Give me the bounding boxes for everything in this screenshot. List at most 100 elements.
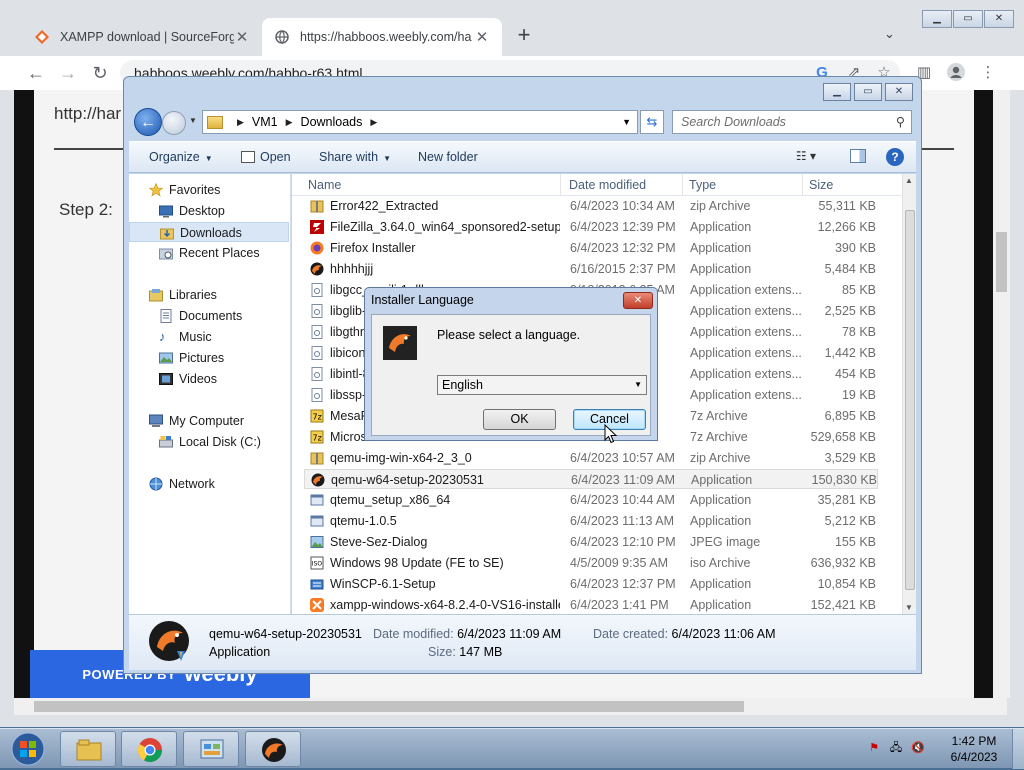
back-button[interactable]: ← <box>134 108 162 136</box>
ok-button[interactable]: OK <box>483 409 556 430</box>
new-folder-button[interactable]: New folder <box>418 150 478 164</box>
nav-favorites[interactable]: Favorites <box>129 180 289 200</box>
file-row[interactable]: WinSCP-6.1-Setup 6/4/2023 12:37 PM Applica… <box>304 574 878 594</box>
column-size[interactable]: Size <box>809 178 833 192</box>
back-icon[interactable]: ← <box>24 61 48 85</box>
breadcrumb-separator-icon[interactable]: ▶ <box>370 117 377 128</box>
column-name[interactable]: Name <box>308 178 341 192</box>
nav-pictures[interactable]: Pictures <box>129 348 289 368</box>
language-select[interactable]: English ▼ <box>437 375 647 395</box>
file-date-modified: 6/4/2023 12:10 PM <box>570 535 676 549</box>
page-horizontal-scrollbar[interactable] <box>14 698 1007 715</box>
page-vertical-scrollbar[interactable] <box>993 90 1010 698</box>
scroll-thumb[interactable] <box>34 701 744 712</box>
taskbar-explorer[interactable] <box>60 731 116 767</box>
column-divider[interactable] <box>802 174 803 196</box>
file-row[interactable]: qtemu_setup_x86_64 6/4/2023 10:44 AM Appli… <box>304 490 878 510</box>
profile-avatar-icon[interactable] <box>946 63 966 83</box>
xampp-file-icon <box>310 598 324 612</box>
close-window-button[interactable]: ✕ <box>984 10 1014 28</box>
nav-documents[interactable]: Documents <box>129 306 289 326</box>
change-view-button[interactable]: ☷ ▾ <box>796 149 816 163</box>
tab-strip: XAMPP download | SourceForge ✕ https://h… <box>0 0 1024 56</box>
open-button[interactable]: Open <box>241 150 291 164</box>
dll-file-icon <box>310 388 324 402</box>
nav-my-computer[interactable]: My Computer <box>129 411 289 431</box>
refresh-button[interactable]: ⇆ <box>640 110 664 134</box>
nav-network[interactable]: Network <box>129 474 289 494</box>
forward-icon[interactable]: → <box>56 61 80 85</box>
network-status-icon[interactable]: 🖧 <box>888 740 904 756</box>
scroll-thumb[interactable] <box>905 210 915 590</box>
file-row[interactable]: qemu-img-win-x64-2_3_0 6/4/2023 10:57 AM z… <box>304 448 878 468</box>
breadcrumb-downloads[interactable]: Downloads <box>301 115 363 129</box>
nav-music[interactable]: ♪ Music <box>129 327 289 347</box>
chevron-down-icon[interactable]: ▼ <box>634 376 642 394</box>
organize-button[interactable]: Organize ▼ <box>149 150 213 164</box>
close-tab-icon[interactable]: ✕ <box>474 28 490 46</box>
file-type: 7z Archive <box>690 430 748 444</box>
tab-xampp-sourceforge[interactable]: XAMPP download | SourceForge ✕ <box>22 18 262 56</box>
start-button[interactable] <box>4 731 52 767</box>
breadcrumb-separator-icon[interactable]: ▶ <box>237 117 244 128</box>
column-divider[interactable] <box>682 174 683 196</box>
nav-local-disk[interactable]: Local Disk (C:) <box>129 432 289 452</box>
file-list-scrollbar[interactable]: ▲ ▼ <box>902 174 916 614</box>
address-dropdown-icon[interactable]: ▼ <box>622 117 631 127</box>
volume-muted-icon[interactable]: 🔇 <box>910 740 926 756</box>
column-date-modified[interactable]: Date modified <box>569 178 646 192</box>
file-row[interactable]: hhhhhjjj 6/16/2015 2:37 PM Application 5,48… <box>304 259 878 279</box>
file-row[interactable]: qemu-w64-setup-20230531 6/4/2023 11:09 AM… <box>304 469 878 489</box>
breadcrumb-vm1[interactable]: VM1 <box>252 115 278 129</box>
file-row[interactable]: Error422_Extracted 6/4/2023 10:34 AM zip A… <box>304 196 878 216</box>
file-row[interactable]: qtemu-1.0.5 6/4/2023 11:13 AM Application 5… <box>304 511 878 531</box>
app-file-icon <box>310 514 324 528</box>
maximize-button[interactable]: ▭ <box>953 10 983 28</box>
tab-search-icon[interactable]: ⌄ <box>884 26 895 42</box>
file-row[interactable]: ISO Windows 98 Update (FE to SE) 4/5/2009 … <box>304 553 878 573</box>
scroll-down-icon[interactable]: ▼ <box>905 603 913 612</box>
breadcrumb-separator-icon[interactable]: ▶ <box>286 117 293 128</box>
close-tab-icon[interactable]: ✕ <box>234 28 250 46</box>
details-pane: qemu-w64-setup-20230531 Application Date… <box>129 614 916 670</box>
forward-button[interactable] <box>162 111 186 135</box>
scroll-thumb[interactable] <box>996 232 1007 292</box>
nav-desktop[interactable]: Desktop <box>129 201 289 221</box>
file-name: Windows 98 Update (FE to SE) <box>330 556 504 570</box>
share-with-button[interactable]: Share with ▼ <box>319 150 391 164</box>
recent-pages-dropdown-icon[interactable]: ▼ <box>189 116 197 125</box>
taskbar-qemu-installer[interactable] <box>245 731 301 767</box>
system-clock[interactable]: 1:42 PM 6/4/2023 <box>944 733 1004 765</box>
menu-dots-icon[interactable]: ⋮ <box>978 63 998 83</box>
minimize-button[interactable]: ▁ <box>823 83 851 101</box>
reload-icon[interactable]: ↻ <box>88 61 112 85</box>
nav-recent-places[interactable]: Recent Places <box>129 243 289 263</box>
close-window-button[interactable]: ✕ <box>885 83 913 101</box>
breadcrumb[interactable]: ▶ VM1 ▶ Downloads ▶ ▼ <box>202 110 638 134</box>
nav-libraries[interactable]: Libraries <box>129 285 289 305</box>
dialog-close-button[interactable]: ✕ <box>623 292 653 309</box>
file-row[interactable]: xampp-windows-x64-8.2.4-0-VS16-installer… <box>304 595 878 614</box>
scroll-up-icon[interactable]: ▲ <box>905 176 913 185</box>
search-input[interactable]: Search Downloads ⚲ <box>672 110 912 134</box>
taskbar-chrome[interactable] <box>121 731 177 767</box>
file-row[interactable]: Steve-Sez-Dialog 6/4/2023 12:10 PM JPEG im… <box>304 532 878 552</box>
nav-downloads[interactable]: Downloads <box>129 222 289 242</box>
preview-pane-icon[interactable] <box>850 149 866 163</box>
qemu-app-icon <box>147 619 193 665</box>
taskbar-control-panel[interactable] <box>183 731 239 767</box>
show-desktop-button[interactable] <box>1012 729 1024 769</box>
tab-habboos[interactable]: https://habboos.weebly.com/ha ✕ <box>262 18 502 56</box>
page-link-text[interactable]: http://har <box>54 104 121 124</box>
minimize-button[interactable]: ▁ <box>922 10 952 28</box>
column-type[interactable]: Type <box>689 178 716 192</box>
new-tab-button[interactable]: + <box>512 24 536 48</box>
file-type: JPEG image <box>690 535 761 549</box>
file-row[interactable]: FileZilla_3.64.0_win64_sponsored2-setup 6… <box>304 217 878 237</box>
file-row[interactable]: Firefox Installer 6/4/2023 12:32 PM Applic… <box>304 238 878 258</box>
column-divider[interactable] <box>560 174 561 196</box>
maximize-button[interactable]: ▭ <box>854 83 882 101</box>
nav-videos[interactable]: Videos <box>129 369 289 389</box>
action-center-flag-icon[interactable]: ⚑ <box>866 740 882 756</box>
help-icon[interactable]: ? <box>886 148 904 166</box>
